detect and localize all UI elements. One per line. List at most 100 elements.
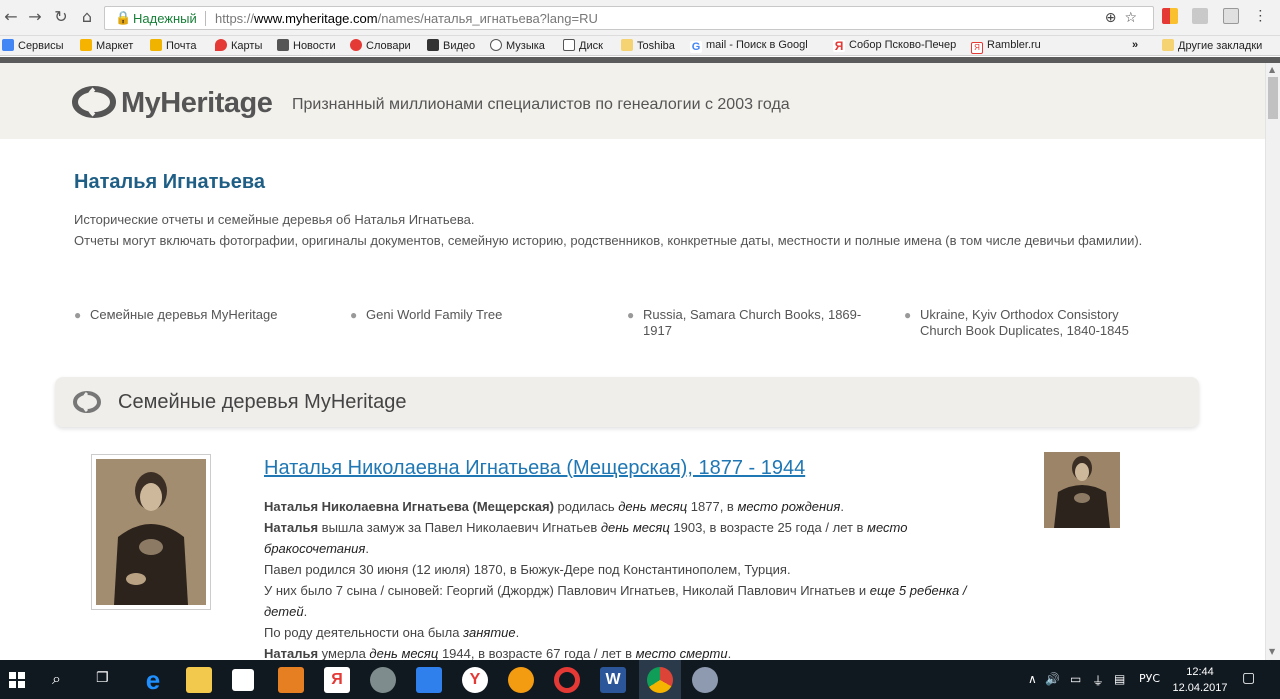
bookmark-item[interactable]: Gmail - Поиск в Googl [690,39,808,53]
windows-start-icon[interactable] [9,672,25,688]
record-description: Наталья Николаевна Игнатьева (Мещерская)… [264,496,984,660]
reload-icon[interactable]: ↻ [52,8,70,26]
myheritage-section-icon [73,391,101,413]
folder-icon [621,39,633,51]
intro-line: Отчеты могут включать фотографии, оригин… [74,233,1143,248]
portrait-image [96,459,206,605]
extension-icons: ⋮ [1162,8,1279,26]
scroll-up-icon[interactable]: ▲ [1269,65,1275,74]
music-icon [490,39,502,51]
language-indicator[interactable]: РУС [1139,672,1160,685]
app-icon[interactable] [370,667,396,693]
mail-icon [150,39,162,51]
secure-label: Надежный [133,11,197,26]
scrollbar-thumb[interactable] [1268,77,1278,119]
record-line: По роду деятельности она была занятие. [264,625,520,640]
yandex-app-icon[interactable]: Y [462,667,488,693]
other-bookmarks[interactable]: Другие закладки [1162,39,1262,52]
search-icon[interactable]: ⌕ [52,669,61,689]
record-line: Наталья умерла день месяц 1944, в возрас… [264,646,732,660]
bookmark-item[interactable]: Диск [563,39,603,52]
power-icon[interactable]: ⏚ [1092,672,1104,689]
source-link[interactable]: ● Geni World Family Tree [350,307,590,323]
disk-icon [563,39,575,51]
tray-chevron-icon[interactable]: ∧ [1028,672,1037,686]
bookmark-item[interactable]: Toshiba [621,39,675,52]
menu-icon[interactable]: ⋮ [1253,8,1269,24]
game-icon[interactable] [508,667,534,693]
record-title-link[interactable]: Наталья Николаевна Игнатьева (Мещерская)… [264,457,805,480]
chrome-icon[interactable] [647,667,673,693]
bookmark-item[interactable]: Видео [427,39,475,52]
edge-icon[interactable]: e [140,667,166,693]
address-divider [205,11,206,26]
task-view-icon[interactable]: ❐ [96,670,109,686]
rambler-icon: Я [971,42,983,54]
bookmark-item[interactable]: Почта [150,39,197,52]
browser-toolbar: ← → ↻ ⌂ 🔒 Надежный https://www.myheritag… [0,0,1280,36]
record-thumbnail[interactable] [1044,452,1120,528]
section-title: Семейные деревья MyHeritage [118,391,407,413]
bullet-icon: ● [627,308,635,322]
source-link[interactable]: ● Семейные деревья MyHeritage [74,307,314,323]
url-text[interactable]: https://www.myheritage.com/names/наталья… [215,11,598,26]
bookmarks-bar: Сервисы Маркет Почта Карты Новости Слова… [0,36,1280,56]
record-line: Наталья Николаевна Игнатьева (Мещерская)… [264,499,844,514]
bookmark-item[interactable]: Сервисы [2,39,64,52]
source-link[interactable]: ● Ukraine, Kyiv Orthodox Consistory Chur… [904,307,1164,339]
bullet-icon: ● [904,308,912,322]
battery-icon[interactable]: ▭ [1070,672,1081,686]
network-icon[interactable]: ▤ [1114,672,1125,686]
record-photo[interactable] [91,454,211,610]
site-header: MyHeritage Признанный миллионами специал… [0,63,1265,139]
notifications-icon[interactable]: ▢ [1242,670,1255,686]
myheritage-logo-icon[interactable] [72,86,116,118]
extension-icon[interactable] [1192,8,1209,24]
home-icon[interactable]: ⌂ [78,8,96,26]
bullet-icon: ● [350,308,358,322]
scroll-down-icon[interactable]: ▼ [1269,647,1275,656]
bookmark-item[interactable]: Словари [350,39,411,52]
bookmark-item[interactable]: Музыка [490,39,545,52]
kaspersky-icon[interactable] [1222,8,1239,24]
zoom-star-icons[interactable]: ⊕☆ [1105,10,1145,26]
bookmarks-more[interactable]: » [1132,39,1138,51]
forward-icon[interactable]: → [26,8,44,26]
bookmark-item[interactable]: Карты [215,39,262,52]
bookmark-ext-icon[interactable] [1162,8,1178,24]
mail-app-icon[interactable] [416,667,442,693]
video-icon [427,39,439,51]
bookmark-item[interactable]: Новости [277,39,336,52]
logo-text[interactable]: MyHeritage [121,87,273,120]
bullet-icon: ● [74,308,82,322]
bookmark-item[interactable]: Я Rambler.ru [971,39,1041,54]
paint-icon[interactable] [692,667,718,693]
back-icon[interactable]: ← [2,8,20,26]
clock-time: 12:44 [1186,666,1214,678]
media-icon[interactable] [278,667,304,693]
bookmark-item[interactable]: Маркет [80,39,133,52]
file-explorer-icon[interactable] [186,667,212,693]
address-bar[interactable]: 🔒 Надежный https://www.myheritage.com/na… [104,6,1154,30]
bookmark-item[interactable]: Я Собор Псково-Печер [833,39,956,52]
opera-icon[interactable] [554,667,580,693]
tagline: Признанный миллионами специалистов по ге… [292,96,790,113]
word-icon[interactable]: W [600,667,626,693]
source-link[interactable]: ● Russia, Samara Church Books, 1869-1917 [627,307,877,339]
record-line: У них было 7 сына / сыновей: Георгий (Дж… [264,583,967,619]
page-content: MyHeritage Признанный миллионами специал… [0,63,1265,660]
store-icon[interactable] [232,669,254,691]
maps-icon [215,39,227,51]
lock-icon: 🔒 [115,11,132,26]
record-line: Наталья вышла замуж за Павел Николаевич … [264,520,908,556]
windows-taskbar: ⌕ ❐ e Я Y W ∧ 🔊 ▭ ⏚ ▤ РУС 12:44 12.04.20… [0,660,1280,699]
page-scrollbar[interactable]: ▲ ▼ [1265,63,1280,660]
google-icon: G [690,41,702,53]
clock[interactable]: 12:44 12.04.2017 [1168,664,1232,696]
news-icon [277,39,289,51]
volume-icon[interactable]: 🔊 [1045,672,1060,686]
page-title: Наталья Игнатьева [74,171,265,193]
apps-icon [2,39,14,51]
folder-icon [1162,39,1174,51]
yandex-browser-icon[interactable]: Я [324,667,350,693]
